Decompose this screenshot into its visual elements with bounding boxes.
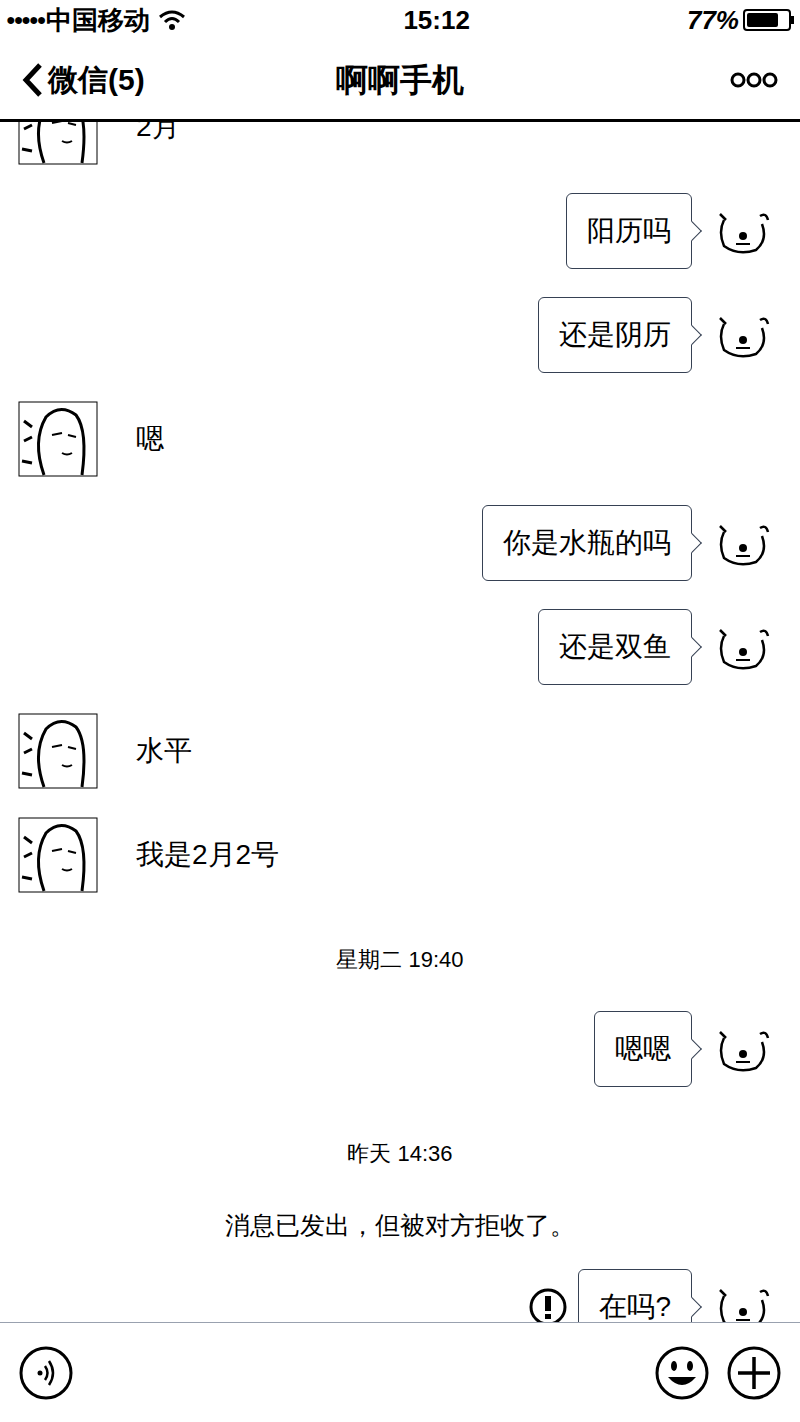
received-bubble[interactable]: 我是2月2号 <box>136 837 279 873</box>
back-button[interactable]: 微信(5) <box>22 57 145 102</box>
sent-bubble[interactable]: 阳历吗 <box>566 193 692 269</box>
chat-title: 啊啊手机 <box>336 62 464 98</box>
sent-bubble-wrap: 嗯嗯 <box>594 1011 692 1087</box>
message-text: 在吗? <box>599 1289 671 1322</box>
plus-icon[interactable] <box>726 1345 782 1401</box>
bear-avatar-icon[interactable] <box>714 206 770 256</box>
sent-bubble[interactable]: 在吗? <box>578 1269 692 1322</box>
received-message: 嗯 <box>0 401 800 477</box>
back-label[interactable]: 微信(5) <box>48 57 145 102</box>
bubble-tail <box>682 533 702 553</box>
chat-area: 2月阳历吗还是阴历嗯你是水瓶的吗还是双鱼水平我是2月2号星期二 19:40 嗯嗯昨… <box>0 122 800 1322</box>
sent-bubble[interactable]: 你是水瓶的吗 <box>482 505 692 581</box>
wifi-icon <box>158 9 186 31</box>
received-bubble[interactable]: 水平 <box>136 733 192 769</box>
sent-bubble[interactable]: 还是双鱼 <box>538 609 692 685</box>
system-notice-text: 消息已发出，但被对方拒收了。 <box>225 1211 575 1239</box>
sent-bubble-wrap: 还是双鱼 <box>538 609 692 685</box>
message-text: 阳历吗 <box>587 213 671 249</box>
sent-message: 你是水瓶的吗 <box>0 505 800 581</box>
system-notice: 消息已发出，但被对方拒收了。 <box>225 1209 575 1241</box>
bear-avatar-icon[interactable] <box>714 1024 770 1074</box>
failed-alert-icon[interactable] <box>528 1287 568 1322</box>
message-text: 你是水瓶的吗 <box>503 525 671 561</box>
message-text: 嗯 <box>136 421 164 457</box>
message-list: 2月阳历吗还是阴历嗯你是水瓶的吗还是双鱼水平我是2月2号星期二 19:40 嗯嗯昨… <box>0 122 800 1322</box>
input-actions <box>654 1345 782 1401</box>
battery-tip <box>791 16 794 24</box>
voice-icon[interactable] <box>18 1345 74 1401</box>
bubble-tail <box>682 1297 702 1317</box>
bubble-tail <box>682 637 702 657</box>
timestamp-row: 星期二 19:40 <box>0 921 800 983</box>
chat-title-wrap: 啊啊手机 <box>0 56 800 104</box>
message-text: 2月 <box>136 122 180 145</box>
sent-message: 还是双鱼 <box>0 609 800 685</box>
sent-bubble-wrap: 还是阴历 <box>538 297 692 373</box>
more-icon[interactable] <box>730 72 778 88</box>
timestamp-row: 昨天 14:36 <box>0 1115 800 1177</box>
contact-avatar-icon[interactable] <box>18 122 98 165</box>
received-message: 我是2月2号 <box>0 817 800 893</box>
contact-avatar-icon[interactable] <box>18 817 98 893</box>
battery-info: 77% <box>687 1 794 40</box>
battery-fill <box>747 13 778 27</box>
emoji-icon[interactable] <box>654 1345 710 1401</box>
status-bar: ●●●●●中国移动 15:12 77% <box>0 0 800 40</box>
bear-avatar-icon[interactable] <box>714 622 770 672</box>
timestamp: 昨天 14:36 <box>347 1139 452 1169</box>
input-bar <box>0 1322 800 1422</box>
clock: 15:12 <box>403 1 470 40</box>
message-text: 还是双鱼 <box>559 629 671 665</box>
chevron-left-icon[interactable] <box>22 62 44 98</box>
timestamp-text: 昨天 14:36 <box>347 1141 452 1166</box>
sent-message: 在吗? <box>0 1269 800 1322</box>
sent-bubble-wrap: 阳历吗 <box>566 193 692 269</box>
carrier-info: ●●●●●中国移动 <box>6 1 186 40</box>
sent-bubble[interactable]: 嗯嗯 <box>594 1011 692 1087</box>
bubble-tail <box>682 221 702 241</box>
bear-avatar-icon[interactable] <box>714 1282 770 1322</box>
signal-text: ●●●●● <box>6 8 44 32</box>
timestamp: 星期二 19:40 <box>336 945 463 975</box>
system-notice-row: 消息已发出，但被对方拒收了。 <box>0 1205 800 1241</box>
bear-avatar-icon[interactable] <box>714 310 770 360</box>
sent-message: 阳历吗 <box>0 193 800 269</box>
message-text: 水平 <box>136 733 192 769</box>
message-text: 我是2月2号 <box>136 837 279 873</box>
contact-avatar-icon[interactable] <box>18 713 98 789</box>
received-bubble[interactable]: 2月 <box>136 122 180 145</box>
battery-track <box>743 9 791 31</box>
battery-icon <box>743 9 794 31</box>
sent-bubble-wrap: 你是水瓶的吗 <box>482 505 692 581</box>
timestamp-text: 星期二 19:40 <box>336 947 463 972</box>
message-text: 还是阴历 <box>559 317 671 353</box>
received-bubble[interactable]: 嗯 <box>136 421 164 457</box>
sent-message: 还是阴历 <box>0 297 800 373</box>
carrier: 中国移动 <box>46 1 150 40</box>
sent-bubble[interactable]: 还是阴历 <box>538 297 692 373</box>
bear-avatar-icon[interactable] <box>714 518 770 568</box>
battery-percent: 77% <box>687 1 739 40</box>
contact-avatar-icon[interactable] <box>18 401 98 477</box>
sent-bubble-wrap: 在吗? <box>528 1269 692 1322</box>
bubble-tail <box>682 1039 702 1059</box>
sent-message: 嗯嗯 <box>0 1011 800 1087</box>
message-text: 嗯嗯 <box>615 1031 671 1067</box>
bubble-tail <box>682 325 702 345</box>
received-message: 水平 <box>0 713 800 789</box>
nav-bar: 微信(5) 啊啊手机 <box>0 40 800 122</box>
received-message: 2月 <box>0 122 800 165</box>
